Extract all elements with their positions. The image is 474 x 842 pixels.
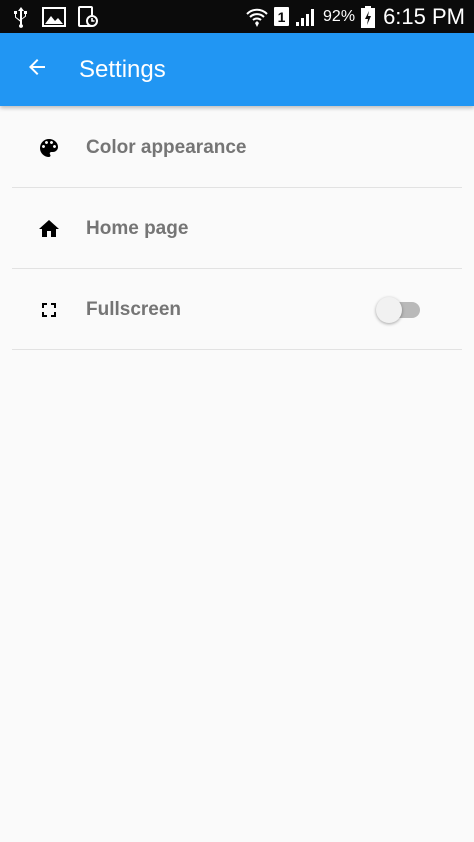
status-time: 6:15 PM: [383, 3, 465, 29]
fullscreen-icon: [37, 298, 61, 322]
settings-item-home-page[interactable]: Home page: [0, 188, 474, 269]
status-bar: 1 92% 6:15 PM: [0, 0, 474, 33]
page-title: Settings: [79, 55, 166, 83]
settings-item-color-appearance[interactable]: Color appearance: [0, 107, 474, 188]
arrow-back-icon: [25, 55, 49, 84]
status-bar-left: [0, 5, 98, 28]
image-icon: [42, 6, 66, 27]
settings-item-fullscreen[interactable]: Fullscreen: [0, 269, 474, 350]
settings-list: Color appearance Home page Fullscreen: [0, 107, 474, 350]
settings-item-label: Fullscreen: [86, 298, 182, 320]
status-bar-right: 1 92% 6:15 PM: [246, 4, 474, 30]
signal-icon: [295, 7, 317, 27]
fullscreen-toggle[interactable]: [376, 296, 422, 323]
divider: [12, 349, 462, 350]
screenshot-icon: [78, 5, 98, 28]
palette-icon: [37, 136, 61, 160]
settings-item-label: Home page: [86, 217, 189, 239]
wifi-icon: [246, 6, 268, 28]
toggle-thumb: [376, 296, 402, 323]
app-bar: Settings: [0, 33, 474, 106]
settings-item-label: Color appearance: [86, 136, 247, 158]
usb-icon: [12, 6, 30, 28]
battery-percentage: 92%: [323, 7, 356, 25]
sim-icon: 1: [274, 7, 290, 26]
back-button[interactable]: [0, 33, 74, 106]
battery-charging-icon: [361, 5, 376, 28]
home-icon: [37, 217, 61, 241]
